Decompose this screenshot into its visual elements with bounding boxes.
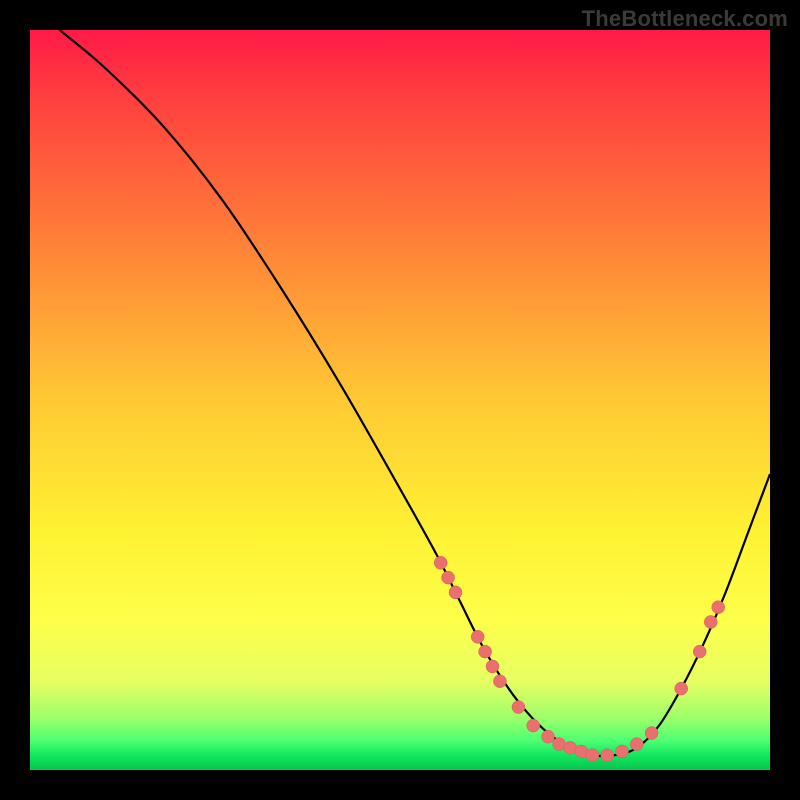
watermark-text: TheBottleneck.com	[582, 6, 788, 32]
curve-marker	[434, 556, 447, 569]
curve-marker	[630, 738, 643, 751]
curve-marker	[586, 749, 599, 762]
curve-marker	[712, 601, 725, 614]
bottleneck-curve-path	[60, 30, 770, 756]
bottleneck-curve-svg	[30, 30, 770, 770]
curve-marker	[616, 745, 629, 758]
curve-marker	[645, 727, 658, 740]
curve-marker	[442, 571, 455, 584]
curve-marker	[601, 749, 614, 762]
curve-marker	[527, 719, 540, 732]
curve-marker	[479, 645, 492, 658]
curve-marker	[704, 616, 717, 629]
curve-marker	[512, 701, 525, 714]
curve-marker	[542, 730, 555, 743]
curve-marker	[486, 660, 499, 673]
curve-marker	[449, 586, 462, 599]
curve-marker	[693, 645, 706, 658]
curve-marker	[675, 682, 688, 695]
curve-markers	[434, 556, 725, 761]
curve-marker	[493, 675, 506, 688]
curve-marker	[471, 630, 484, 643]
